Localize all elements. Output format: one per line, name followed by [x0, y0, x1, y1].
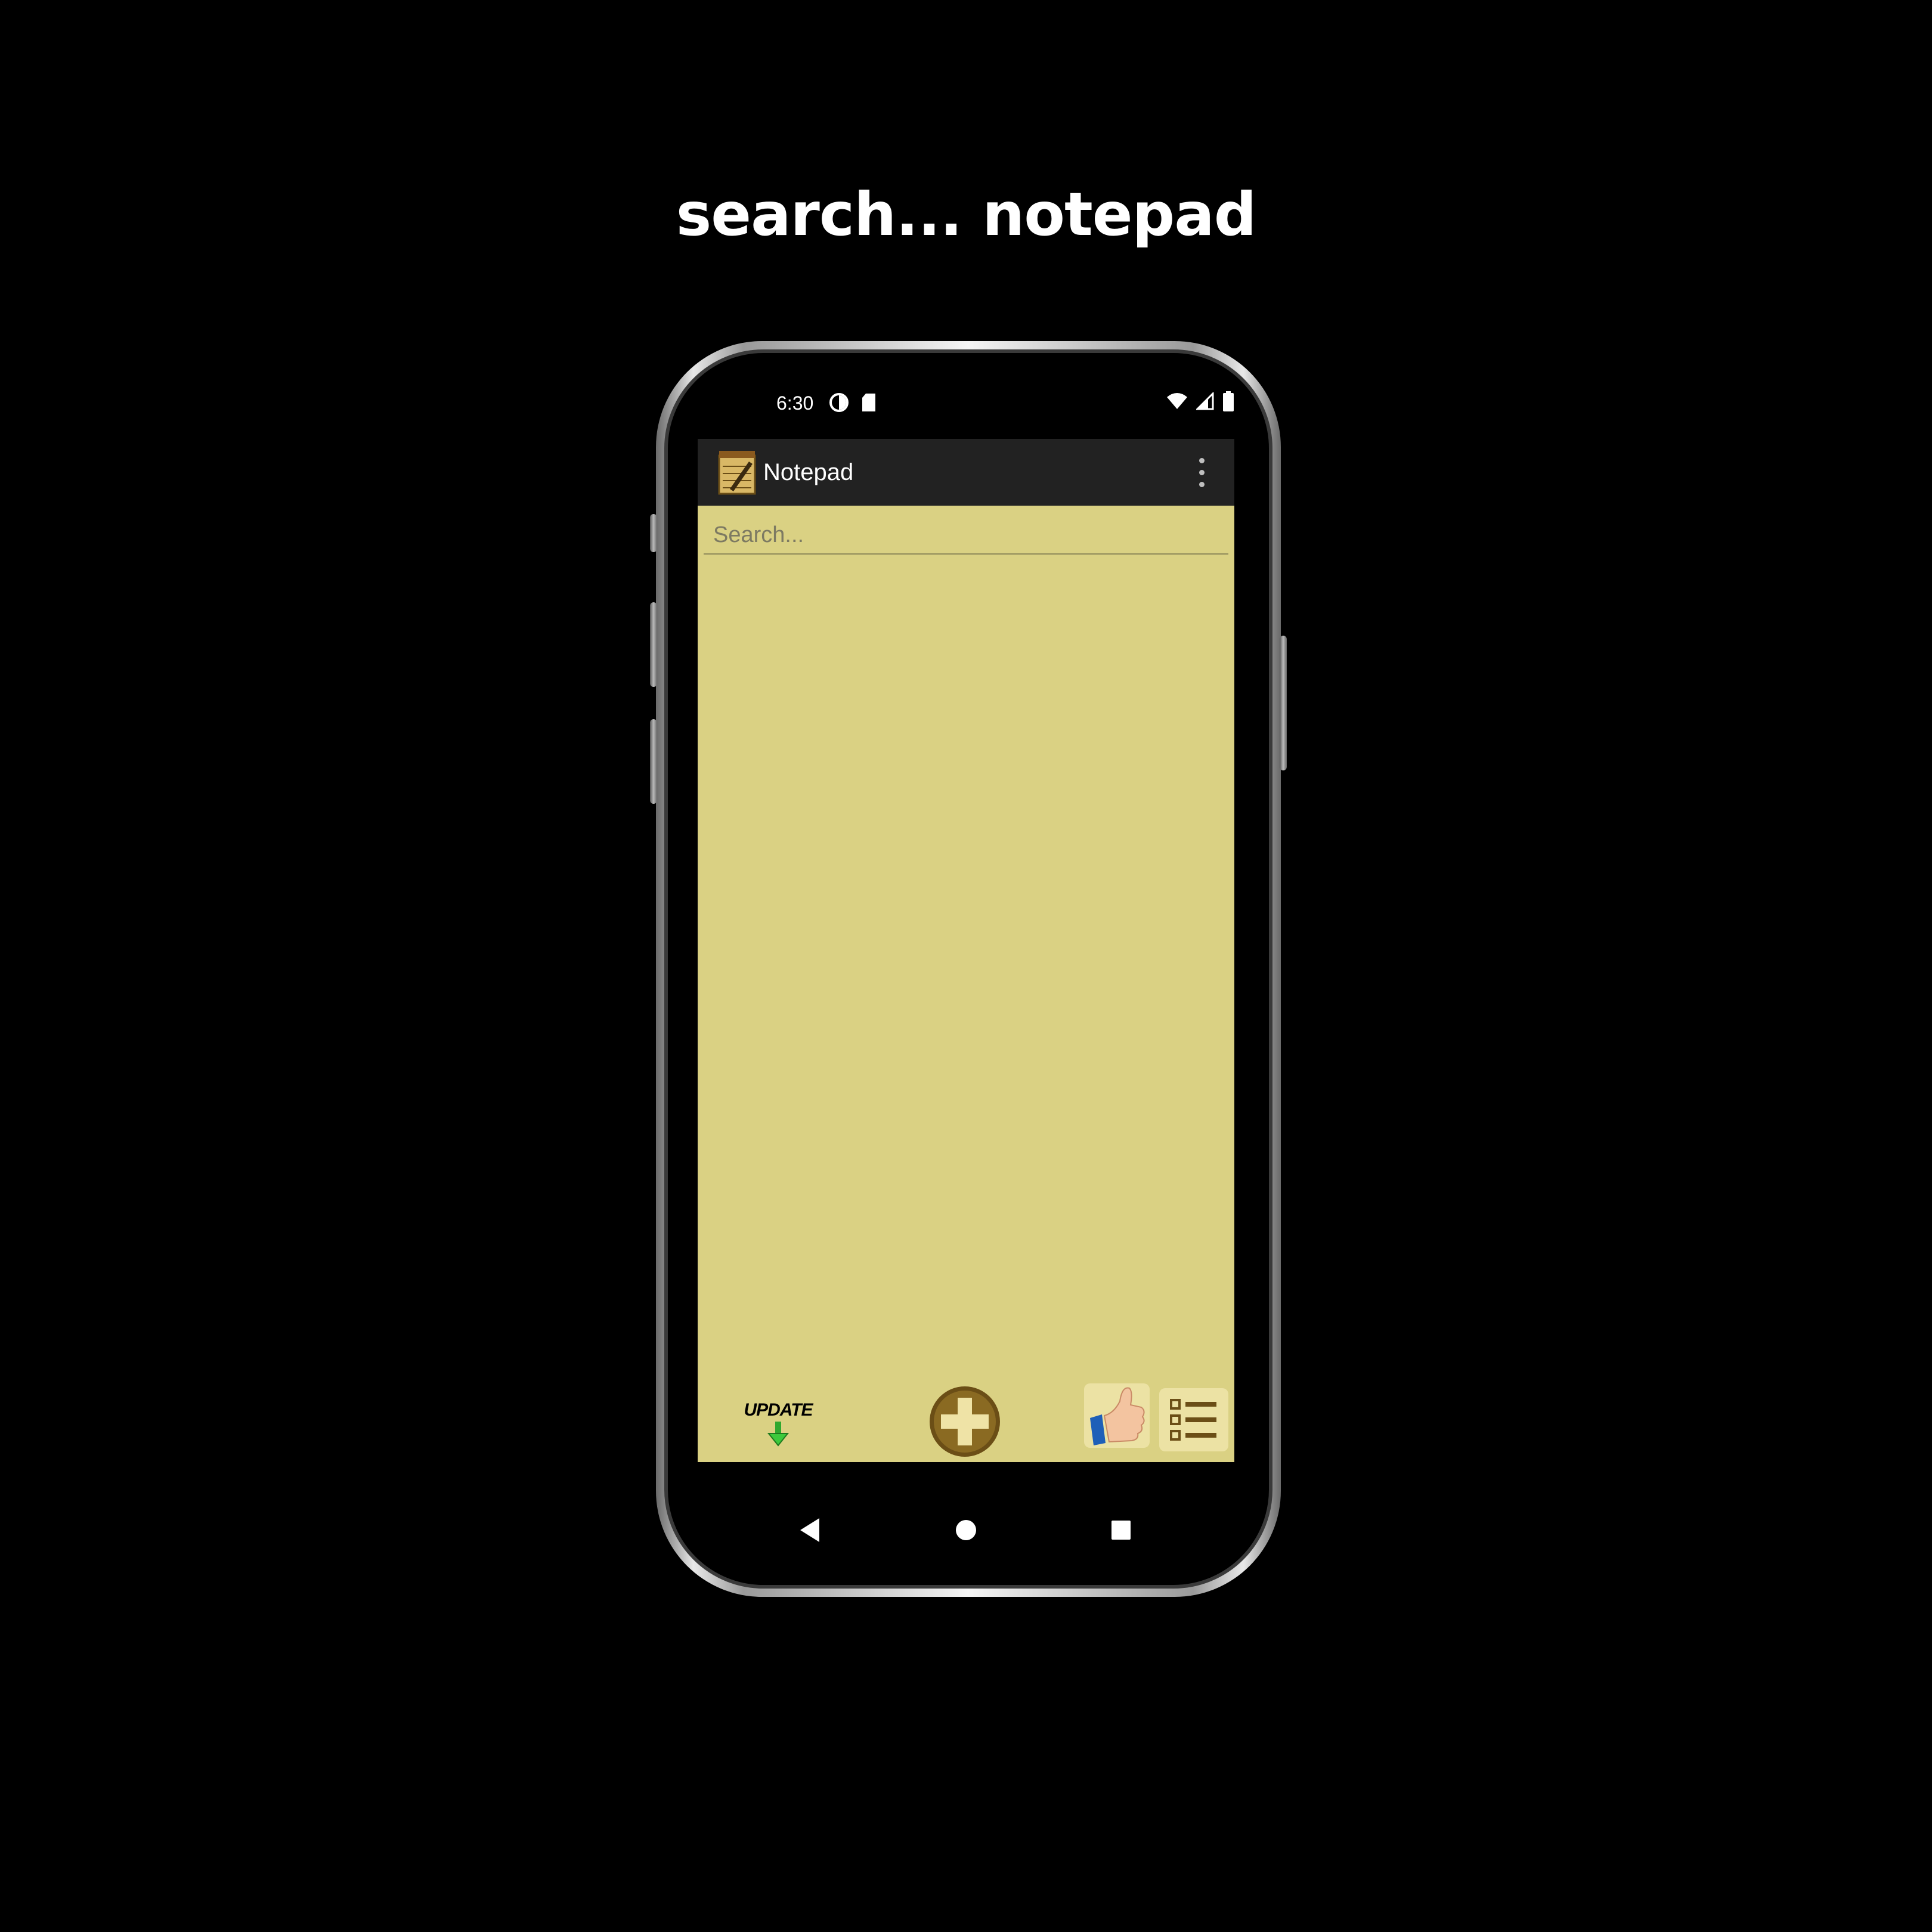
power-button — [1280, 636, 1287, 770]
recents-icon[interactable] — [1110, 1519, 1132, 1541]
back-icon[interactable] — [798, 1517, 822, 1543]
volume-mid-button — [650, 602, 657, 687]
search-input[interactable] — [704, 516, 1228, 555]
volume-down-button — [650, 719, 657, 804]
sd-card-icon — [862, 394, 875, 411]
wifi-icon — [1167, 393, 1187, 409]
download-arrow-icon — [767, 1422, 789, 1447]
update-label: UPDATE — [744, 1400, 813, 1420]
notes-list-area: UPDATE — [698, 506, 1234, 1462]
app-bar: Notepad — [698, 439, 1234, 506]
overflow-menu-icon[interactable] — [1193, 454, 1210, 490]
volume-up-button — [650, 514, 657, 552]
rate-app-button[interactable] — [1084, 1383, 1150, 1448]
status-bar: 6:30 — [769, 388, 1234, 421]
add-note-button[interactable] — [928, 1385, 1002, 1459]
update-button[interactable]: UPDATE — [739, 1400, 817, 1454]
list-view-button[interactable] — [1159, 1388, 1228, 1451]
notepad-logo-icon — [718, 451, 756, 495]
data-saver-icon — [829, 393, 849, 412]
status-time: 6:30 — [776, 392, 814, 414]
cell-signal-icon — [1196, 392, 1214, 410]
list-icon — [1170, 1399, 1216, 1441]
battery-icon — [1223, 391, 1234, 411]
home-icon[interactable] — [954, 1518, 978, 1542]
headline: search... notepad — [676, 179, 1257, 249]
navigation-bar — [698, 1462, 1234, 1593]
thumbs-up-icon — [1090, 1387, 1145, 1445]
app-title: Notepad — [763, 459, 854, 485]
